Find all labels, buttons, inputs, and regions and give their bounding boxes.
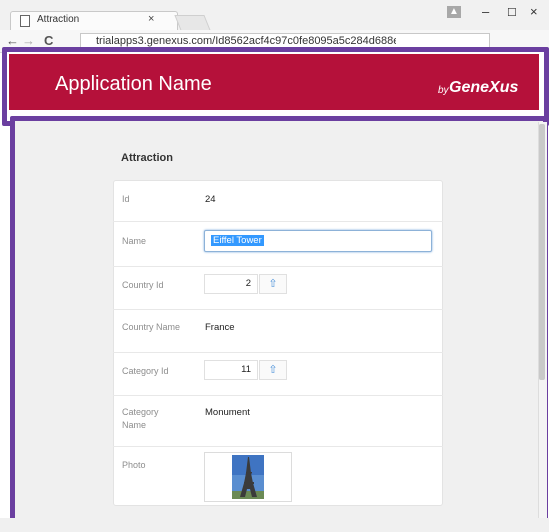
category-name-label-line2: Name	[122, 420, 147, 430]
app-name: Application Name	[55, 73, 212, 95]
country-name-value: France	[205, 322, 235, 333]
eiffel-tower-photo	[232, 455, 264, 499]
row-divider	[113, 352, 443, 353]
back-button[interactable]: ←	[6, 33, 19, 48]
country-id-label: Country Id	[122, 280, 164, 290]
id-value: 24	[205, 194, 216, 205]
photo-label: Photo	[122, 460, 146, 470]
row-divider	[113, 266, 443, 267]
photo-frame[interactable]	[204, 452, 292, 502]
minimize-button[interactable]: –	[482, 4, 489, 19]
tab-close-icon[interactable]: ×	[148, 13, 154, 25]
tab-title: Attraction	[37, 14, 80, 25]
up-arrow-icon: ⇧	[268, 278, 278, 290]
row-divider	[113, 446, 443, 447]
maximize-button[interactable]: ☐	[507, 6, 517, 19]
category-prompt-button[interactable]: ⇧	[259, 360, 287, 380]
name-input-value[interactable]: Eiffel Tower	[211, 235, 264, 246]
url-text[interactable]: trialapps3.genexus.com/Id8562acf4c97c0fe…	[96, 35, 396, 47]
category-name-value: Monument	[205, 407, 250, 418]
brand-by: by	[438, 85, 449, 96]
category-id-label: Category Id	[122, 366, 169, 376]
id-label: Id	[122, 194, 130, 204]
name-label: Name	[122, 236, 147, 246]
genexus-logo: GeneXus	[449, 79, 519, 96]
row-divider	[113, 395, 443, 396]
user-icon[interactable]: ▲	[447, 6, 461, 18]
form-title: Attraction	[121, 152, 173, 164]
close-window-button[interactable]: ×	[530, 4, 538, 19]
up-arrow-icon: ⇧	[268, 364, 278, 376]
country-name-label: Country Name	[122, 322, 181, 332]
country-id-input[interactable]: 2	[204, 274, 258, 294]
scrollbar-thumb[interactable]	[539, 124, 545, 380]
category-id-input[interactable]: 11	[204, 360, 258, 380]
country-prompt-button[interactable]: ⇧	[259, 274, 287, 294]
document-icon	[20, 15, 30, 27]
category-name-label: Category	[122, 407, 159, 417]
bottom-strip	[0, 518, 549, 532]
row-divider	[113, 221, 443, 222]
forward-button[interactable]: →	[22, 33, 35, 48]
reload-button[interactable]: C	[44, 33, 53, 48]
row-divider	[113, 309, 443, 310]
